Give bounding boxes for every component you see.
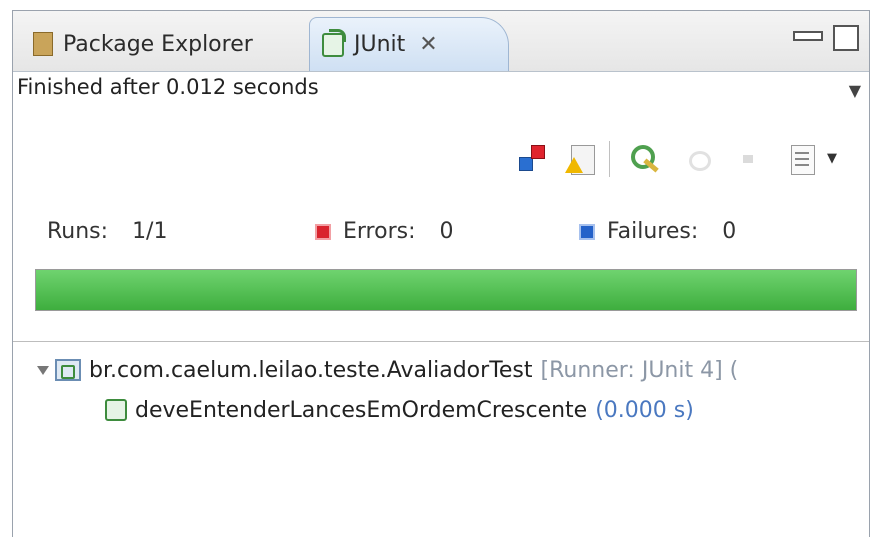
runs-label: Runs:: [47, 219, 109, 244]
test-suite-icon: [55, 359, 81, 381]
suite-name: br.com.caelum.leilao.teste.AvaliadorTest: [89, 357, 533, 383]
tab-label: JUnit: [354, 32, 406, 57]
test-passed-icon: [105, 399, 127, 421]
package-icon: [33, 32, 53, 56]
stop-icon[interactable]: [735, 145, 763, 173]
rerun-icon[interactable]: [631, 145, 659, 173]
progress-bar: [35, 269, 857, 311]
error-filter-icon[interactable]: [519, 145, 547, 173]
failure-icon: [579, 223, 595, 240]
maximize-button[interactable]: [833, 25, 859, 51]
tab-label: Package Explorer: [63, 31, 253, 57]
tree-item-test[interactable]: deveEntenderLancesEmOrdemCrescente (0.00…: [105, 393, 694, 427]
rerun-failed-icon[interactable]: [685, 145, 713, 173]
runs-counter: Runs: 1/1: [47, 219, 167, 244]
scroll-lock-warning-icon[interactable]: [565, 145, 595, 175]
chevron-down-icon[interactable]: ▼: [827, 151, 837, 166]
test-name: deveEntenderLancesEmOrdemCrescente: [135, 397, 588, 423]
errors-counter: Errors: 0: [315, 219, 454, 244]
history-icon[interactable]: [791, 145, 819, 175]
status-text: Finished after 0.012 seconds: [17, 75, 319, 99]
close-icon[interactable]: ✕: [419, 32, 437, 57]
test-counters: Runs: 1/1 Errors: 0 Failures: 0: [13, 209, 869, 259]
view-menu-icon[interactable]: ▼: [849, 81, 861, 100]
test-time: (0.000 s): [595, 397, 694, 423]
suite-runner: [Runner: JUnit 4] (: [540, 357, 739, 383]
divider: [13, 341, 869, 342]
tab-package-explorer[interactable]: Package Explorer: [21, 17, 311, 71]
junit-toolbar: ▼: [509, 139, 869, 183]
junit-icon: [322, 28, 346, 57]
toolbar-separator: [609, 141, 610, 177]
chevron-down-icon[interactable]: [37, 365, 49, 375]
errors-label: Errors:: [343, 219, 416, 244]
failures-value: 0: [722, 219, 737, 244]
progress-fill: [36, 270, 856, 310]
error-icon: [315, 223, 331, 240]
junit-view: Package Explorer JUnit ✕ Finished after …: [12, 10, 870, 537]
tree-item-suite[interactable]: br.com.caelum.leilao.teste.AvaliadorTest…: [37, 353, 738, 387]
minimize-button[interactable]: [793, 31, 823, 41]
errors-value: 0: [439, 219, 454, 244]
tab-bar: Package Explorer JUnit ✕: [13, 11, 869, 72]
failures-label: Failures:: [607, 219, 699, 244]
window-controls: [793, 25, 859, 51]
tab-junit[interactable]: JUnit ✕: [309, 17, 509, 71]
failures-counter: Failures: 0: [579, 219, 736, 244]
runs-value: 1/1: [132, 219, 168, 244]
test-tree: br.com.caelum.leilao.teste.AvaliadorTest…: [13, 349, 869, 469]
